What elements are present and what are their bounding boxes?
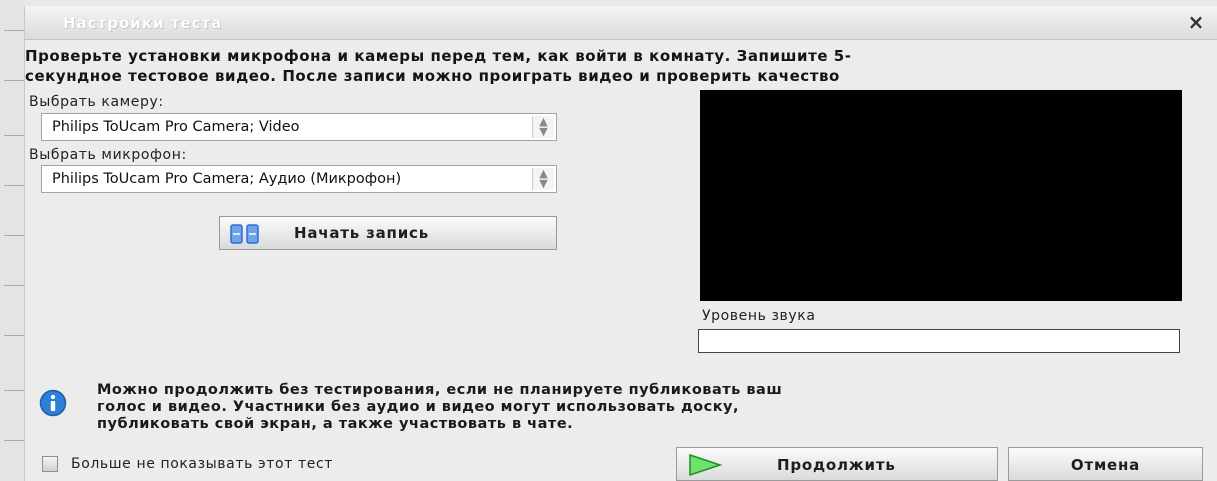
title-bar[interactable]: Настройки теста × — [25, 6, 1217, 40]
background-window-edge — [0, 0, 24, 481]
camera-select[interactable]: Philips ToUcam Pro Camera; Video ▲ ▼ — [41, 113, 557, 141]
dont-show-again-label: Больше не показывать этот тест — [71, 456, 334, 472]
dont-show-again-checkbox[interactable] — [42, 456, 58, 472]
test-settings-dialog: Настройки теста × Проверьте установки ми… — [24, 6, 1217, 481]
continue-button[interactable]: Продолжить — [676, 447, 998, 481]
start-recording-button[interactable]: Начать запись — [219, 216, 557, 250]
microphone-select[interactable]: Philips ToUcam Pro Camera; Аудио (Микроф… — [41, 165, 557, 193]
info-icon — [39, 389, 67, 417]
start-recording-label: Начать запись — [294, 224, 429, 242]
camera-select-value: Philips ToUcam Pro Camera; Video — [52, 119, 300, 135]
cancel-button[interactable]: Отмена — [1008, 447, 1203, 481]
sound-level-label: Уровень звука — [702, 308, 816, 324]
instructions-line: Проверьте установки микрофона и камеры п… — [25, 47, 852, 65]
pause-icon — [230, 224, 259, 244]
close-icon[interactable]: × — [1184, 10, 1208, 34]
cancel-label: Отмена — [1070, 456, 1141, 474]
info-message-line: публиковать свой экран, а также участвов… — [97, 416, 574, 432]
camera-label: Выбрать камеру: — [29, 94, 164, 110]
instructions-line: секундное тестовое видео. После записи м… — [25, 67, 840, 85]
play-icon — [689, 453, 723, 477]
dialog-title: Настройки теста — [63, 14, 223, 32]
continue-label: Продолжить — [777, 456, 896, 474]
instructions-text: Проверьте установки микрофона и камеры п… — [25, 46, 1217, 86]
info-message-line: Можно продолжить без тестирования, если … — [97, 382, 783, 398]
video-preview — [700, 90, 1182, 301]
sound-level-meter — [698, 329, 1180, 353]
microphone-label: Выбрать микрофон: — [29, 147, 187, 163]
spinner-arrows-icon[interactable]: ▲ ▼ — [532, 168, 554, 190]
info-message-line: голос и видео. Участники без аудио и вид… — [97, 399, 740, 415]
spinner-arrows-icon[interactable]: ▲ ▼ — [532, 116, 554, 138]
info-message: Можно продолжить без тестирования, если … — [97, 382, 1157, 433]
microphone-select-value: Philips ToUcam Pro Camera; Аудио (Микроф… — [52, 171, 402, 187]
